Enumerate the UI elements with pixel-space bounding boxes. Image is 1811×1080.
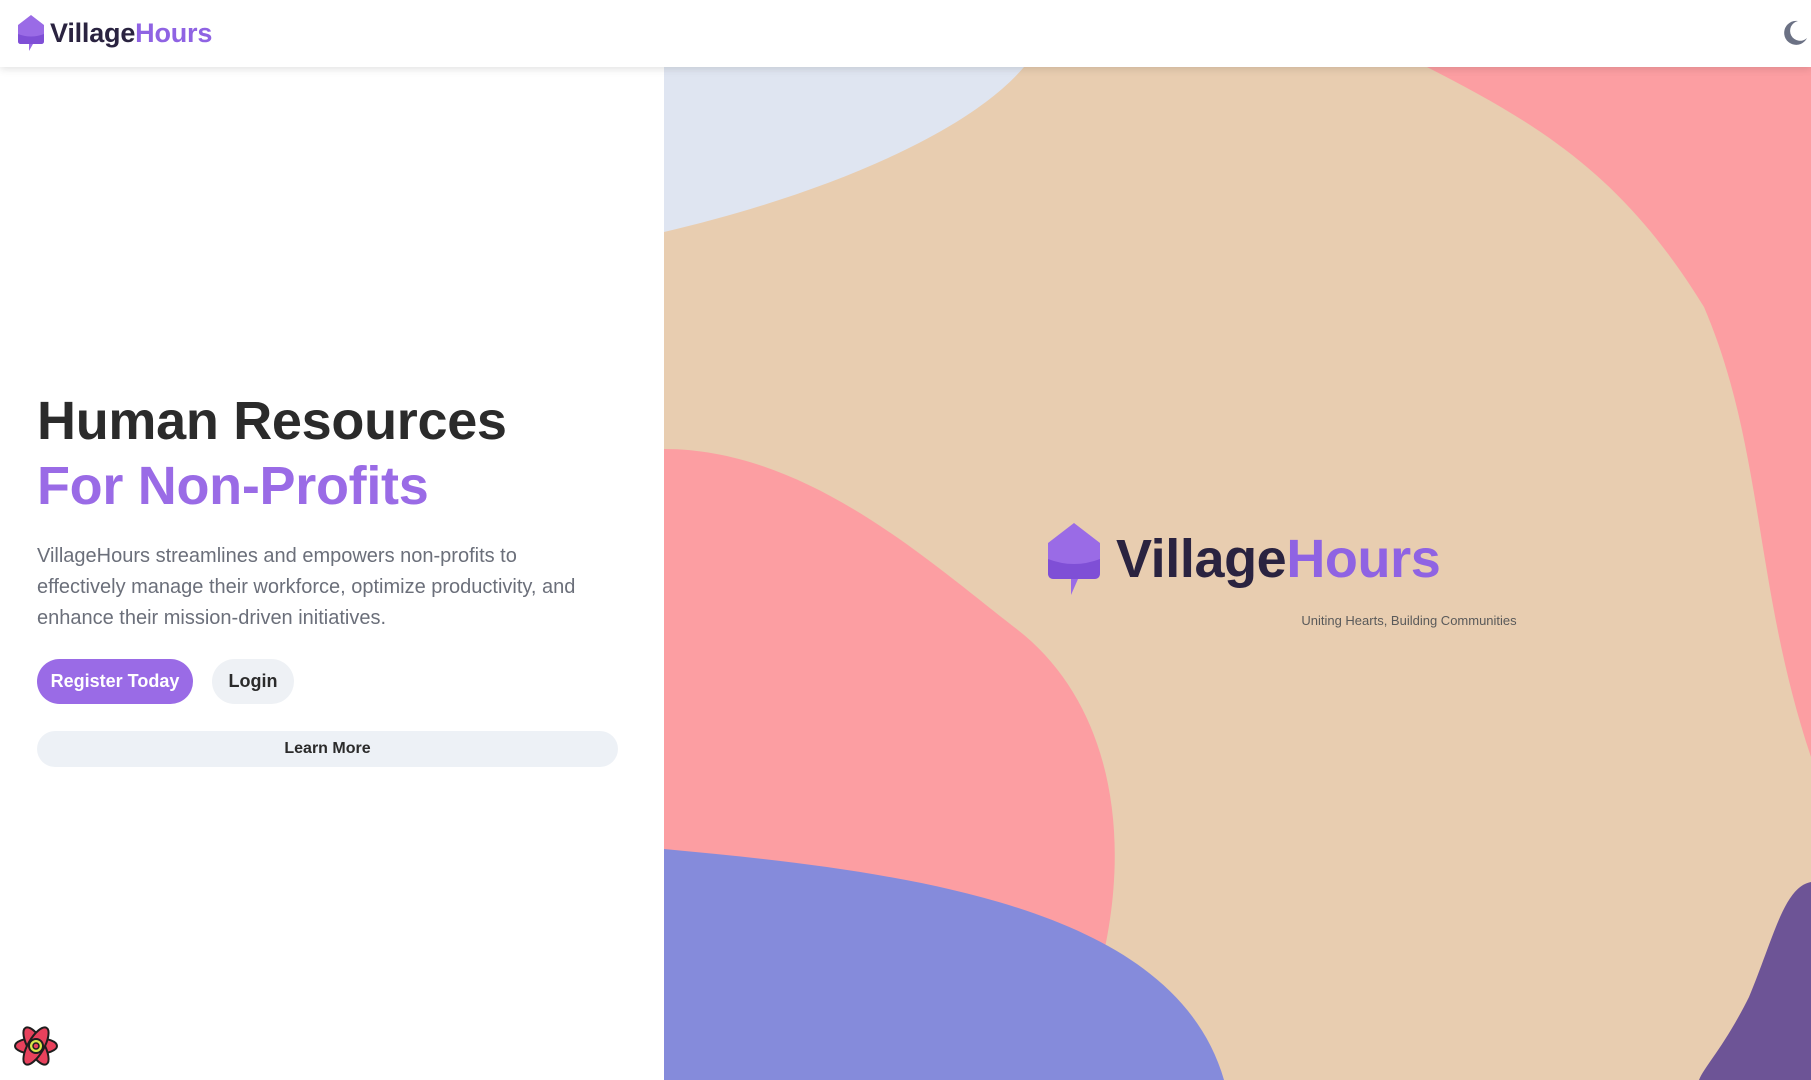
showcase-brand-name: VillageHours — [1116, 528, 1441, 590]
brand-name-part1: Village — [50, 17, 136, 48]
showcase-tagline: Uniting Hearts, Building Communities — [664, 613, 1664, 628]
moon-icon — [1784, 20, 1807, 45]
brand-showcase-panel: VillageHours Uniting Hearts, Building Co… — [664, 67, 1811, 1080]
showcase-brand-part1: Village — [1116, 529, 1287, 589]
register-today-button[interactable]: Register Today — [37, 659, 193, 704]
learn-more-button[interactable]: Learn More — [37, 731, 618, 767]
hero-title-line2: For Non-Profits — [37, 456, 429, 516]
atom-icon — [14, 1026, 58, 1066]
hero-section: Human Resources For Non-Profits VillageH… — [0, 67, 664, 1080]
tagline-text: Uniting Hearts, Building Communities — [1301, 613, 1517, 628]
hero-title-line1: Human Resources — [37, 391, 507, 451]
house-chat-icon — [1048, 523, 1100, 595]
brand-logo[interactable]: VillageHours — [16, 14, 212, 52]
hero-description: VillageHours streamlines and empowers no… — [37, 545, 576, 629]
showcase-brand-part2: Hours — [1286, 529, 1441, 589]
hero-title: Human Resources For Non-Profits — [37, 389, 507, 519]
theme-toggle-button[interactable] — [1779, 18, 1809, 48]
login-button[interactable]: Login — [212, 659, 294, 704]
react-devtools-icon[interactable] — [12, 1022, 60, 1070]
brand-name-part2: Hours — [135, 17, 213, 48]
brand-name: VillageHours — [50, 18, 212, 49]
top-navbar: VillageHours — [0, 0, 1811, 67]
showcase-logo: VillageHours — [1046, 521, 1441, 597]
house-chat-icon — [18, 15, 44, 51]
